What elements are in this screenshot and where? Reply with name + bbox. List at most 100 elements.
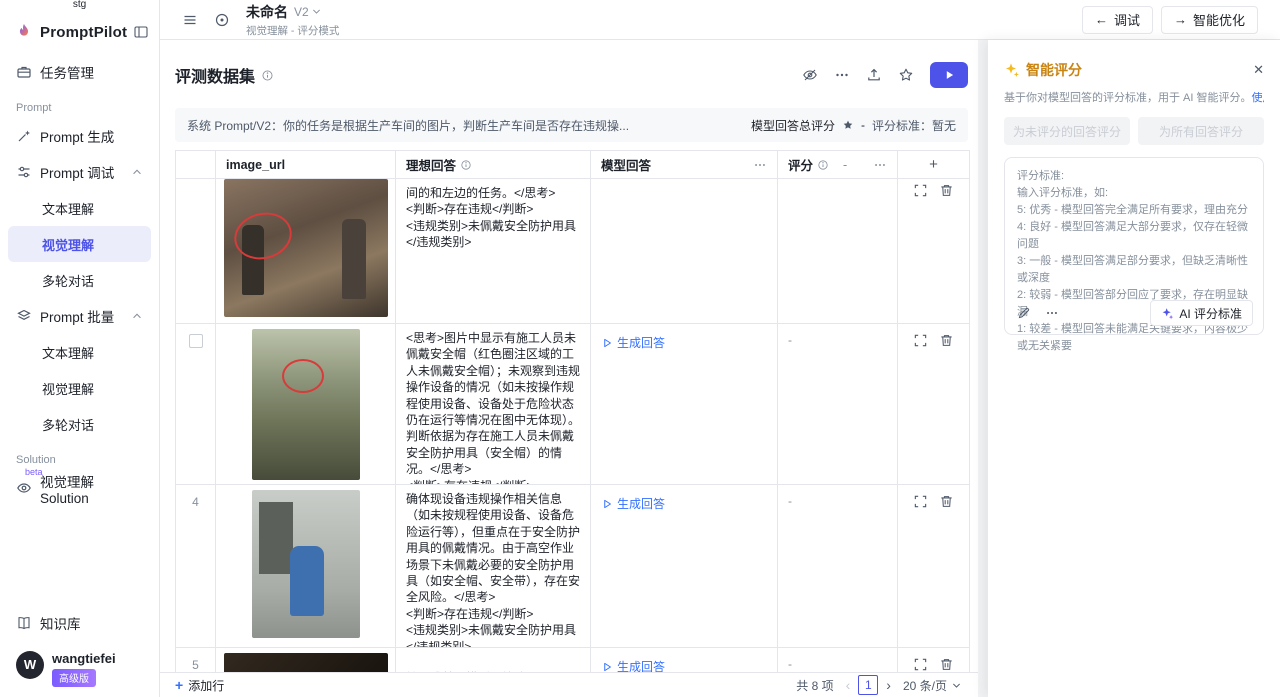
criteria-textarea[interactable]: 评分标准: 输入评分标准，如: 5: 优秀 - 模型回答完全满足所有要求，理由充… [1004,157,1264,335]
image-figure [290,546,324,616]
sidebar-item-knowledge-base[interactable]: 知识库 [8,605,151,641]
generate-answer-link[interactable]: 生成回答 [601,495,665,512]
image-cell[interactable] [216,485,396,647]
system-prompt-bar[interactable]: 系统 Prompt/V2：你的任务是根据生产车间的图片，判断生产车间是否存在违规… [175,108,968,142]
topbar: 未命名 V2 视觉理解 - 评分模式 ← 调试 → 智能优化 [160,0,1280,40]
chevron-up-icon[interactable] [131,310,143,322]
more-actions-icon[interactable] [834,67,850,83]
doc-title[interactable]: 未命名 [246,2,288,22]
sidebar-item-debug-multiturn[interactable]: 多轮对话 [8,262,151,298]
version-selector[interactable]: V2 [294,5,322,19]
favorite-star-icon[interactable] [898,67,914,83]
avatar[interactable]: W [16,651,44,679]
generate-answer-label: 生成回答 [617,495,665,512]
arrow-right-icon: → [1174,12,1187,27]
expand-row-icon[interactable] [913,183,928,323]
delete-row-icon[interactable] [939,183,954,323]
delete-row-icon[interactable] [939,494,954,647]
dataset-image[interactable] [224,179,388,317]
criteria-line: 1: 较差 - 模型回答未能满足关键要求，内容极少或无关紧要 [1017,321,1251,355]
model-answer-cell[interactable]: 生成回答 [591,485,778,647]
sidebar-item-task-management[interactable]: 任务管理 [8,54,151,90]
sidebar-item-batch-vision[interactable]: 视觉理解 [8,370,151,406]
dataset-image[interactable] [252,490,360,638]
sidebar-item-prompt-debug[interactable]: Prompt 调试 [8,154,151,190]
collapse-sidebar-icon[interactable] [133,24,149,40]
run-button[interactable] [930,62,968,88]
column-label: 理想回答 [406,155,456,174]
row-select-cell[interactable] [176,179,216,323]
score-all-button[interactable]: 为所有回答评分 [1138,117,1264,145]
target-icon[interactable] [210,8,234,32]
next-page-icon[interactable]: › [886,677,891,693]
score-cell[interactable]: - [778,324,898,484]
ideal-answer-cell[interactable]: 确体现设备违规操作相关信息（如未按规程使用设备、设备危险运行等），但重点在于安全… [396,485,591,647]
topbar-actions: ← 调试 → 智能优化 [1082,6,1258,34]
prev-page-icon[interactable]: ‹ [846,677,851,693]
image-figure [342,219,366,299]
criteria-footer: AI 评分标准 [1017,300,1253,326]
hide-columns-icon[interactable] [802,67,818,83]
score-unscored-button[interactable]: 为未评分的回答评分 [1004,117,1130,145]
criteria-title: 评分标准: [1017,168,1251,185]
ai-criteria-button[interactable]: AI 评分标准 [1150,300,1253,326]
chevron-up-icon[interactable] [131,166,143,178]
expand-row-icon[interactable] [913,333,928,484]
panel-subtitle: 基于你对模型回答的评分标准，用于 AI 智能评分。使用手册 [1004,89,1264,105]
manual-link[interactable]: 使用手册 [1252,92,1264,104]
close-icon[interactable]: ✕ [1253,62,1264,78]
column-label: 模型回答 [601,155,651,174]
score-cell[interactable] [778,179,898,323]
sidebar-item-label: 文本理解 [42,199,94,218]
user-account[interactable]: W wangtiefei 高级版 [8,641,151,697]
table-footer: + 添加行 共 8 项 ‹ 1 › 20 条/页 [160,672,978,697]
sidebar-item-vision-solution[interactable]: beta 视觉理解 Solution [8,470,151,506]
score-filter[interactable]: - [843,158,847,172]
column-menu-icon[interactable] [753,158,767,172]
dataset-image[interactable] [252,329,360,480]
image-cell[interactable] [216,179,396,323]
page-size-select[interactable]: 20 条/页 [903,677,962,694]
sidebar-item-label: 多轮对话 [42,271,94,290]
criteria-line: 5: 优秀 - 模型回答完全满足所有要求，理由充分 [1017,202,1251,219]
smart-optimize-button[interactable]: → 智能优化 [1161,6,1258,34]
add-row-button[interactable]: + 添加行 [175,677,224,694]
smart-optimize-label: 智能优化 [1193,10,1245,29]
row-number: 4 [176,485,216,647]
sidebar-item-debug-vision[interactable]: 视觉理解 [8,226,151,262]
ideal-answer-cell[interactable]: <思考>图片中显示有施工人员未佩戴安全帽（红色圈注区域的工人未佩戴安全帽）；未观… [396,324,591,484]
total-score-value: - [861,118,865,132]
debug-button[interactable]: ← 调试 [1082,6,1153,34]
column-menu-icon[interactable] [873,158,887,172]
ideal-answer-cell[interactable]: 间的和左边的任务。</思考> <判断>存在违规</判断> <违规类别>未佩戴安全… [396,179,591,323]
sidebar-item-debug-text[interactable]: 文本理解 [8,190,151,226]
delete-row-icon[interactable] [939,333,954,484]
sidebar-item-batch-multiturn[interactable]: 多轮对话 [8,406,151,442]
edit-pencil-icon[interactable] [1017,306,1031,320]
generate-answer-link[interactable]: 生成回答 [601,334,665,351]
annotation-circle [282,359,324,393]
column-header-image-url[interactable]: image_url [216,151,396,178]
current-page[interactable]: 1 [858,675,878,695]
model-answer-cell[interactable] [591,179,778,323]
sidebar-item-batch-text[interactable]: 文本理解 [8,334,151,370]
system-prompt-text: 系统 Prompt/V2：你的任务是根据生产车间的图片，判断生产车间是否存在违规… [187,117,743,134]
column-header-model-answer[interactable]: 模型回答 [591,151,778,178]
export-icon[interactable] [866,67,882,83]
add-column-header[interactable]: + [898,151,969,178]
column-header-ideal-answer[interactable]: 理想回答 [396,151,591,178]
column-header-score[interactable]: 评分 - [778,151,898,178]
sidebar-item-prompt-batch[interactable]: Prompt 批量 [8,298,151,334]
menu-icon[interactable] [178,8,202,32]
sidebar-item-prompt-generate[interactable]: Prompt 生成 [8,118,151,154]
more-options-icon[interactable] [1045,306,1059,320]
info-icon[interactable] [261,69,274,82]
image-cell[interactable] [216,324,396,484]
score-cell[interactable]: - [778,485,898,647]
play-outline-icon [601,337,613,349]
column-label: 评分 [788,155,813,174]
row-checkbox[interactable] [189,334,203,348]
sidebar-item-label: 知识库 [40,613,81,633]
expand-row-icon[interactable] [913,494,928,647]
model-answer-cell[interactable]: 生成回答 [591,324,778,484]
